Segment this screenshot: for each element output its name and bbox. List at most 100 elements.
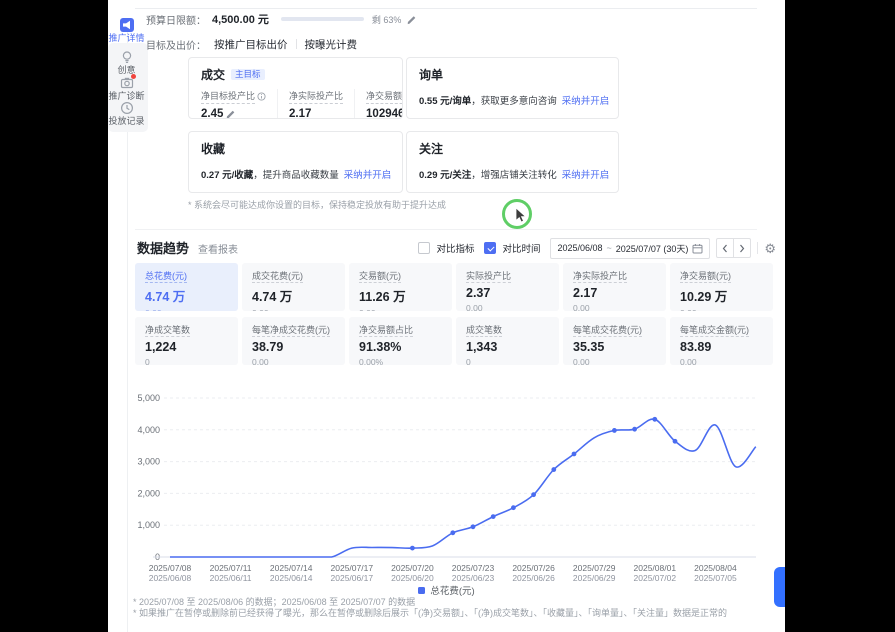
goal-card-favorite[interactable]: 收藏 0.27 元/收藏，提升商品收藏数量采纳并开启 (188, 131, 403, 193)
trend-controls: 对比指标 对比时间 2025/06/08 ~ 2025/07/07 (30天) … (418, 237, 776, 259)
metric-card-7[interactable]: 每笔净成交花费(元)38.790.00 (242, 317, 345, 365)
view-report-link[interactable]: 查看报表 (198, 241, 238, 256)
metric-compare-value: 0.00 (252, 357, 335, 365)
metric-label: 净交易额占比 (359, 323, 442, 336)
metric-cards-grid: 总花费(元)4.74 万0.00成交花费(元)4.74 万0.00交易额(元)1… (135, 263, 773, 365)
stat-label: 净目标投产比 (201, 89, 255, 104)
svg-text:2025/06/08: 2025/06/08 (149, 573, 192, 583)
goal-bid-row: 目标及出价： 按推广目标出价 按曝光计费 (146, 37, 357, 51)
goal-card-inquiry[interactable]: 询单 0.55 元/询单，获取更多意向咨询采纳并开启 (406, 57, 619, 119)
metric-value: 91.38% (359, 340, 442, 354)
floating-side-button[interactable] (774, 567, 785, 607)
svg-text:4,000: 4,000 (137, 425, 160, 435)
footnote-line: * 2025/07/08 至 2025/08/06 的数据；2025/06/08… (133, 597, 763, 608)
date-range-picker[interactable]: 2025/06/08 ~ 2025/07/07 (30天) (550, 238, 710, 259)
metric-card-4[interactable]: 净实际投产比2.170.00 (563, 263, 666, 311)
compare-metric-label: 对比指标 (436, 241, 474, 255)
footnote-line: * 如果推广在暂停或删除前已经获得了曝光，那么在暂停或删除后展示「(净)交易额」… (133, 608, 763, 619)
metric-compare-value: 0.00 (252, 308, 335, 311)
goal-card-deal[interactable]: 成交 主目标 净目标投产比 2.45 净实际投产比 2.17 净交易额 (188, 57, 403, 119)
letterbox-right (785, 0, 895, 632)
inquiry-adopt-link[interactable]: 采纳并开启 (562, 96, 610, 107)
metric-card-8[interactable]: 净交易额占比 91.38% 0.00% (349, 317, 452, 365)
follow-desc: ，增强店铺关注转化 (471, 170, 557, 181)
prev-period-button[interactable] (717, 239, 733, 257)
metric-compare-value: 0.00 (680, 357, 763, 365)
metric-card-9[interactable]: 成交笔数1,3430 (456, 317, 559, 365)
tab-divider (296, 39, 297, 49)
metric-compare-value: 0.00 (359, 308, 442, 311)
svg-text:2025/08/04: 2025/08/04 (694, 563, 737, 573)
goal-card-follow[interactable]: 关注 0.29 元/关注，增强店铺关注转化采纳并开启 (406, 131, 619, 193)
clock-icon (120, 101, 134, 115)
deal-stat-target-roi: 净目标投产比 2.45 (201, 89, 277, 119)
metric-label: 成交花费(元) (252, 269, 335, 282)
svg-text:2025/06/17: 2025/06/17 (331, 573, 374, 583)
compare-metric-checkbox[interactable] (418, 242, 430, 254)
daily-budget-row: 预算日限额： 4,500.00 元 剩 63% (146, 11, 417, 27)
favorite-adopt-link[interactable]: 采纳并开启 (344, 170, 392, 181)
app-window: 推广详情创意推广诊断投放记录 预算日限额： 4,500.00 元 剩 63% 目… (108, 0, 785, 632)
metric-compare-value: 0 (145, 357, 228, 365)
metric-card-0[interactable]: 总花费(元) 4.74 万 0.00 (135, 263, 238, 311)
metric-compare-value: 0 (466, 357, 549, 365)
stat-label: 净交易额(元) (366, 89, 403, 104)
metric-value: 4.74 万 (145, 286, 228, 305)
svg-text:2025/06/26: 2025/06/26 (512, 573, 555, 583)
date-start: 2025/06/08 (557, 243, 602, 253)
edit-roi-pencil-icon[interactable] (226, 109, 236, 119)
notification-dot (131, 74, 136, 79)
svg-text:2025/07/17: 2025/07/17 (331, 563, 374, 573)
metric-card-2[interactable]: 交易额(元)11.26 万0.00 (349, 263, 452, 311)
next-period-button[interactable] (733, 239, 750, 257)
metric-label: 总花费(元) (145, 269, 228, 282)
budget-edit-pencil-icon[interactable] (407, 14, 417, 25)
metric-compare-value: 0.00% (359, 357, 442, 365)
metric-compare-value: 0.00 (466, 303, 549, 311)
budget-remaining: 剩 63% (372, 13, 402, 26)
budget-progress-bar (281, 17, 364, 21)
metric-card-11[interactable]: 每笔成交金额(元)83.890.00 (670, 317, 773, 365)
svg-text:2,000: 2,000 (137, 488, 160, 498)
primary-goal-badge: 主目标 (231, 69, 265, 81)
metric-label: 净交易额(元) (680, 269, 763, 282)
metric-value: 38.79 (252, 340, 335, 354)
footnotes: * 2025/07/08 至 2025/08/06 的数据；2025/06/08… (133, 597, 763, 620)
metric-compare-value: 0.00 (145, 308, 228, 311)
mouse-cursor-icon (515, 208, 527, 224)
budget-amount: 4,500.00 元 (212, 11, 269, 27)
metric-card-5[interactable]: 净交易额(元)10.29 万0.00 (670, 263, 773, 311)
svg-text:2025/07/23: 2025/07/23 (452, 563, 495, 573)
svg-text:2025/06/29: 2025/06/29 (573, 573, 616, 583)
metric-label: 成交笔数 (466, 323, 549, 336)
stat-value: 2.17 (289, 108, 311, 119)
tab-bid-by-exposure[interactable]: 按曝光计费 (305, 37, 358, 52)
goal-note: * 系统会尽可能达成你设置的目标，保持稳定投放有助于提升达成 (188, 198, 446, 211)
metric-card-10[interactable]: 每笔成交花费(元)35.350.00 (563, 317, 666, 365)
section-divider (135, 229, 757, 230)
inquiry-price: 0.55 元/询单 (419, 96, 471, 107)
deal-stat-actual-roi: 净实际投产比 2.17 (277, 89, 354, 119)
metric-card-1[interactable]: 成交花费(元)4.74 万0.00 (242, 263, 345, 311)
metric-value: 2.37 (466, 286, 549, 300)
metric-card-6[interactable]: 净成交笔数1,2240 (135, 317, 238, 365)
sidebar-item-label: 投放记录 (108, 114, 159, 127)
letterbox-left (0, 0, 108, 632)
favorite-card-title: 收藏 (201, 140, 225, 157)
budget-label: 预算日限额： (146, 12, 206, 27)
legend-marker (418, 587, 425, 594)
metric-value: 11.26 万 (359, 286, 442, 305)
svg-text:2025/07/08: 2025/07/08 (149, 563, 192, 573)
metric-card-3[interactable]: 实际投产比2.370.00 (456, 263, 559, 311)
compare-time-checkbox[interactable] (484, 242, 496, 254)
top-divider (135, 8, 757, 9)
chart-legend: 总花费(元) (108, 583, 785, 597)
bulb-icon (120, 50, 134, 64)
svg-text:5,000: 5,000 (137, 393, 160, 403)
follow-adopt-link[interactable]: 采纳并开启 (562, 170, 610, 181)
stat-value: 2.45 (201, 108, 223, 119)
metric-label: 每笔成交花费(元) (573, 323, 656, 336)
gear-icon[interactable]: ⚙ (764, 242, 776, 255)
trend-section-title: 数据趋势 (137, 238, 189, 257)
tab-bid-by-goal[interactable]: 按推广目标出价 (214, 37, 288, 52)
